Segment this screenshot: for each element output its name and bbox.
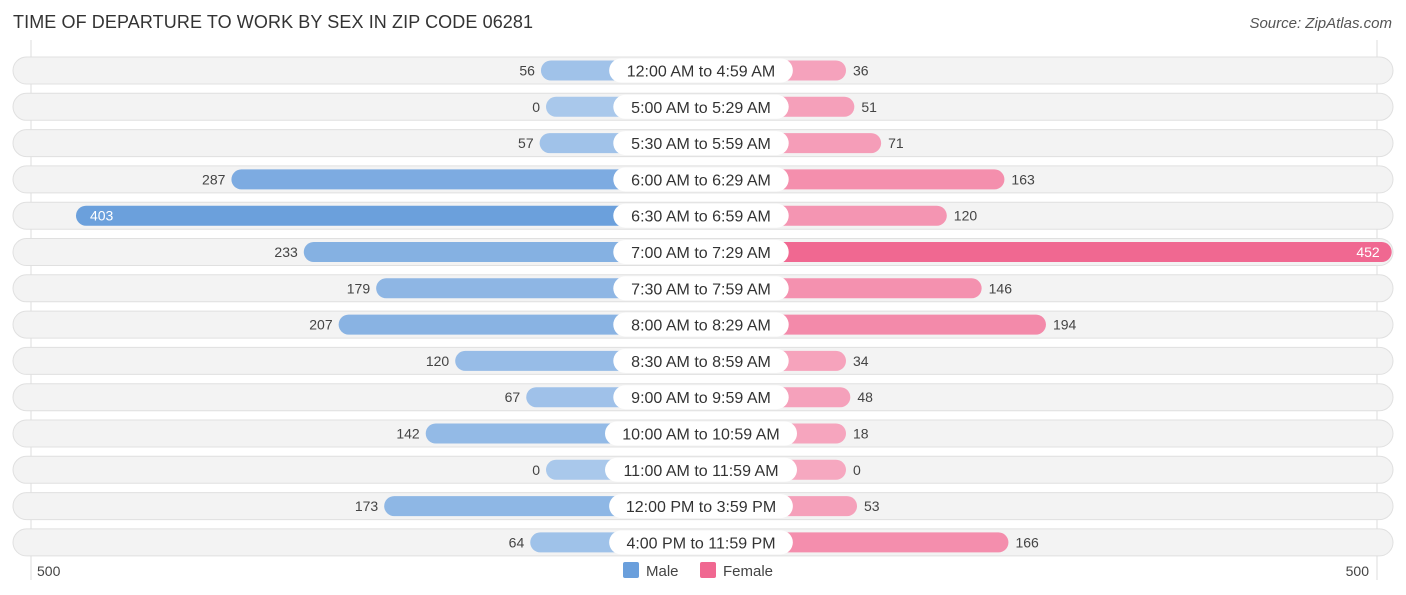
value-label-male: 64 [509,534,525,550]
value-label-male: 120 [426,353,450,369]
chart-row: 142 18 10:00 AM to 10:59 AM [12,419,1394,448]
chart-row: 56 36 12:00 AM to 4:59 AM [12,56,1394,85]
value-label-male: 179 [347,280,371,296]
value-label-female: 146 [989,280,1013,296]
legend-swatch-male [623,562,639,578]
category-label: 6:30 AM to 6:59 AM [631,209,771,226]
category-label: 4:00 PM to 11:59 PM [626,535,775,552]
chart-row: 287 163 6:00 AM to 6:29 AM [12,165,1394,194]
category-label: 12:00 PM to 3:59 PM [626,499,776,516]
category-label: 5:00 AM to 5:29 AM [631,100,771,117]
category-label: 5:30 AM to 5:59 AM [631,136,771,153]
chart-area: 56 36 12:00 AM to 4:59 AM 0 51 5:00 AM to 5:2… [12,40,1394,580]
bar-male[interactable] [75,205,702,226]
chart-row: 233 452 7:00 AM to 7:29 AM [12,238,1394,266]
chart-row: 67 48 9:00 AM to 9:59 AM [12,383,1394,412]
value-label-male: 57 [518,135,534,151]
value-label-female: 120 [954,208,978,224]
axis-label-left: 500 [37,563,61,579]
value-label-female: 166 [1015,534,1039,550]
legend-label-male: Male [646,563,679,580]
value-label-female: 53 [864,498,880,514]
chart-row: 120 34 8:30 AM to 8:59 AM [12,346,1394,375]
value-label-female: 34 [853,353,869,369]
value-label-male: 56 [519,63,535,79]
chart-row: 0 51 5:00 AM to 5:29 AM [12,92,1394,121]
legend: Male Female [623,562,773,580]
category-label: 7:00 AM to 7:29 AM [631,245,771,262]
chart-row: 0 0 11:00 AM to 11:59 AM [12,455,1394,484]
value-label-male: 67 [505,389,521,405]
category-label: 7:30 AM to 7:59 AM [631,281,771,298]
value-label-male: 287 [202,171,226,187]
chart-row: 57 71 5:30 AM to 5:59 AM [12,129,1394,158]
chart-row: 207 194 8:00 AM to 8:29 AM [12,310,1394,339]
value-label-male: 142 [396,426,420,442]
chart-row: 403 120 6:30 AM to 6:59 AM [12,201,1394,230]
value-label-male: 233 [274,244,298,260]
value-label-male: 403 [90,208,114,224]
value-label-female: 71 [888,135,904,151]
chart-row: 64 166 4:00 PM to 11:59 PM [12,528,1394,557]
value-label-male: 207 [309,317,333,333]
value-label-female: 452 [1356,244,1380,260]
category-label: 10:00 AM to 10:59 AM [622,427,779,444]
legend-swatch-female [700,562,716,578]
category-label: 6:00 AM to 6:29 AM [631,172,771,189]
value-label-female: 18 [853,426,869,442]
value-label-male: 0 [532,99,540,115]
value-label-male: 0 [532,462,540,478]
value-label-female: 194 [1053,317,1077,333]
value-label-male: 173 [355,498,379,514]
category-label: 8:30 AM to 8:59 AM [631,354,771,371]
value-label-female: 48 [857,389,873,405]
chart-row: 179 146 7:30 AM to 7:59 AM [12,274,1394,303]
value-label-female: 36 [853,63,869,79]
category-label: 9:00 AM to 9:59 AM [631,390,771,407]
category-label: 12:00 AM to 4:59 AM [627,64,776,81]
legend-label-female: Female [723,563,773,580]
bar-female[interactable] [701,242,1392,262]
chart-row: 173 53 12:00 PM to 3:59 PM [12,492,1394,521]
category-label: 11:00 AM to 11:59 AM [623,463,778,480]
axis-label-right: 500 [1346,563,1370,579]
value-label-female: 163 [1011,171,1035,187]
category-label: 8:00 AM to 8:29 AM [631,318,771,335]
value-label-female: 0 [853,462,861,478]
value-label-female: 51 [861,99,877,115]
